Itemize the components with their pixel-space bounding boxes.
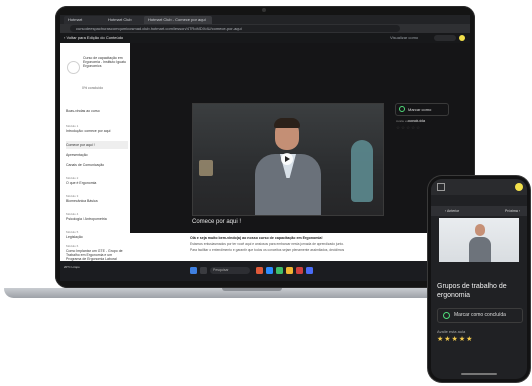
taskbar: 20°C Limpo Pesquisar 14:22 23/09/2024 [60,261,470,281]
folder-icon[interactable] [286,267,293,274]
presenter [469,224,491,262]
phone-screen: ‹ Anterior Próxima › Grupos de trabalho … [431,179,527,379]
sidebar-item-label: Canais de Comunicação [66,163,105,167]
next-label: Próxima [505,209,518,213]
sidebar-item-label: O que é Ergonomia [66,181,97,185]
browser-icon[interactable] [306,267,313,274]
play-icon [285,156,290,162]
sidebar-item-label: Apresentação [66,153,88,157]
taskbar-search[interactable]: Pesquisar [210,267,250,274]
sidebar-item-active[interactable]: Comece por aqui ! [66,141,128,149]
module-meta: Módulo 2 [66,176,79,180]
sidebar-item[interactable]: O que é Ergonomia [66,181,128,185]
view-as-select[interactable] [434,35,456,41]
laptop-screen: Hotmart Hotmart Club Hotmart Club - Come… [60,15,470,281]
module-meta: Módulo 4 [66,212,79,216]
browser-tab[interactable]: Hotmart [64,16,108,24]
check-circle-icon [399,106,405,112]
sidebar-item[interactable]: Boas-vindas ao curso [66,109,128,113]
laptop-camera [262,8,266,12]
rating-stars[interactable]: ☆☆☆☆☆ [396,125,421,131]
app-icon[interactable] [266,267,273,274]
sidebar-item-label: Comece por aqui ! [66,143,95,147]
laptop-notch [222,288,282,291]
app-icon[interactable] [296,267,303,274]
tab-label: Hotmart Club [108,17,132,22]
lesson-title: Grupos de trabalho de ergonomia [437,283,507,299]
windows-start-icon[interactable] [190,267,197,274]
view-as-label: Visualizar como [390,35,419,40]
back-link[interactable]: ‹ Voltar para Edição do Conteúdo [64,35,123,41]
back-link-label: Voltar para Edição do Conteúdo [66,35,124,40]
sidebar-item[interactable]: Psicologia / Antropometria [66,217,128,221]
sidebar-item-label: Como Implantar um GTE - Grupo de Trabalh… [66,249,123,261]
address-bar[interactable]: cursodeespachurascomqumicosmad.club.hotm… [70,25,400,32]
video-player[interactable] [192,103,384,216]
rating-stars[interactable]: ★★★★★ [437,335,473,343]
module-meta: Módulo 3 [66,194,79,198]
phone-header [431,179,527,195]
browser-tabbar: Hotmart Hotmart Club Hotmart Club - Come… [60,15,470,24]
sidebar-item-label: Legislação [66,235,83,239]
sidebar-item[interactable]: Legislação [66,235,128,239]
sidebar-item-label: Psicologia / Antropometria [66,217,107,221]
course-title: Curso de capacitação em Ergonomia - Inst… [83,56,126,69]
weather-widget[interactable]: 20°C Limpo [64,265,80,270]
course-progress-ring [67,61,80,74]
presenter-suit [469,237,491,262]
tab-label: Hotmart Club - Comece por aqui [148,17,206,22]
sidebar-item[interactable]: Como Implantar um GTE - Grupo de Trabalh… [66,249,128,261]
presenter-head [475,224,485,236]
sidebar-item-label: Boas-vindas ao curso [66,109,100,113]
sidebar-item[interactable]: Biomecânica Básica [66,199,128,203]
presenter-hair [274,118,300,128]
lesson-nav: ‹ Anterior Próxima › [431,206,527,216]
sidebar-item[interactable]: Apresentação [66,153,128,157]
phone: ‹ Anterior Próxima › Grupos de trabalho … [428,176,530,382]
vase-shape [351,140,373,202]
mark-done-label: Marcar como concluída [454,312,506,318]
user-avatar[interactable] [515,183,523,191]
module-meta: Módulo 1 [66,124,79,128]
app-icon[interactable] [256,267,263,274]
sidebar-item[interactable]: Canais de Comunicação [66,163,128,167]
progress-label: 0% concluído [82,86,104,90]
prev-label: Anterior [446,209,460,213]
tab-label: Hotmart [68,17,83,22]
sidebar-item[interactable]: Introdução: comece por aqui [66,129,128,133]
home-indicator[interactable] [461,373,497,375]
app-icon[interactable] [276,267,283,274]
mark-done-button[interactable]: Marcar como concluída [395,103,449,123]
lesson-paragraph: Para facilitar o entendimento e garantir… [190,248,345,252]
logo-icon [437,183,445,191]
module-meta: Módulo 5 [66,230,79,234]
presenter [255,118,321,215]
search-icon[interactable] [200,267,207,274]
rate-label: Avalie esta aula [437,329,466,334]
lesson-title: Comece por aqui ! [192,219,242,225]
browser-toolbar: cursodeespachurascomqumicosmad.club.hotm… [60,24,470,33]
mark-done-button[interactable]: Marcar como concluída [437,308,523,323]
sidebar-item-label: Introdução: comece por aqui [66,129,111,133]
next-lesson-button[interactable]: Próxima › [505,206,520,216]
browser-tab-active[interactable]: Hotmart Club - Comece por aqui [144,16,212,24]
module-meta: Módulo 6 [66,244,79,248]
rate-label: Avalie esta aula [396,119,418,123]
browser-tab[interactable]: Hotmart Club [104,16,148,24]
lamp-shape [199,160,213,176]
lesson-main: Comece por aqui ! Marcar como concluída … [130,43,470,261]
prev-lesson-button[interactable]: ‹ Anterior [445,206,459,216]
check-circle-icon [443,312,450,319]
video-player[interactable] [439,218,519,262]
sidebar-item-label: Biomecânica Básica [66,199,98,203]
user-avatar[interactable] [459,35,465,41]
course-sidebar: Curso de capacitação em Ergonomia - Inst… [60,43,130,261]
lesson-intro: Olá e seja muito bem-vindo(a) ao nosso c… [190,236,323,240]
lesson-paragraph: Estamos entusiasmados por ter você aqui … [190,242,344,246]
